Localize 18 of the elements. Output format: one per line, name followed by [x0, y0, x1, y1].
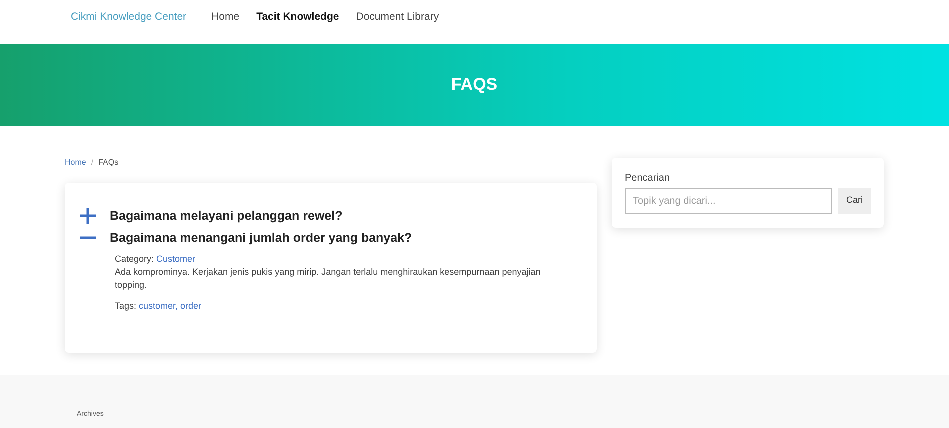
search-label: Pencarian	[625, 172, 672, 186]
breadcrumb-link[interactable]: Home	[65, 157, 86, 169]
faq-question[interactable]: Bagaimana melayani pelanggan rewel?	[110, 206, 343, 226]
nav-link[interactable]: Home	[212, 10, 240, 26]
search-button[interactable]: Cari	[838, 188, 871, 214]
plus-icon[interactable]	[80, 208, 96, 224]
faq-answer: Ada komprominya. Kerjakan jenis pukis yang mirip. Jangan terlalu menghiraukan kesempurnaan penyajian topping.	[115, 266, 542, 292]
breadcrumb-separator: /	[91, 157, 94, 169]
breadcrumb-current: FAQs	[98, 157, 119, 169]
nav-link[interactable]: Document Library	[356, 10, 440, 26]
page-title: FAQS	[451, 74, 498, 96]
tag-links[interactable]: customer, order	[139, 301, 202, 311]
tags-line: Tags: customer, order	[115, 300, 203, 313]
faq-question[interactable]: Bagaimana menangani jumlah order yang banyak?	[110, 228, 412, 248]
search-field[interactable]: Topik yang dicari...	[625, 188, 832, 214]
category-link[interactable]: Customer	[156, 254, 196, 264]
nav-link[interactable]: Tacit Knowledge	[256, 10, 340, 26]
category-line: Category: Customer	[115, 253, 197, 266]
